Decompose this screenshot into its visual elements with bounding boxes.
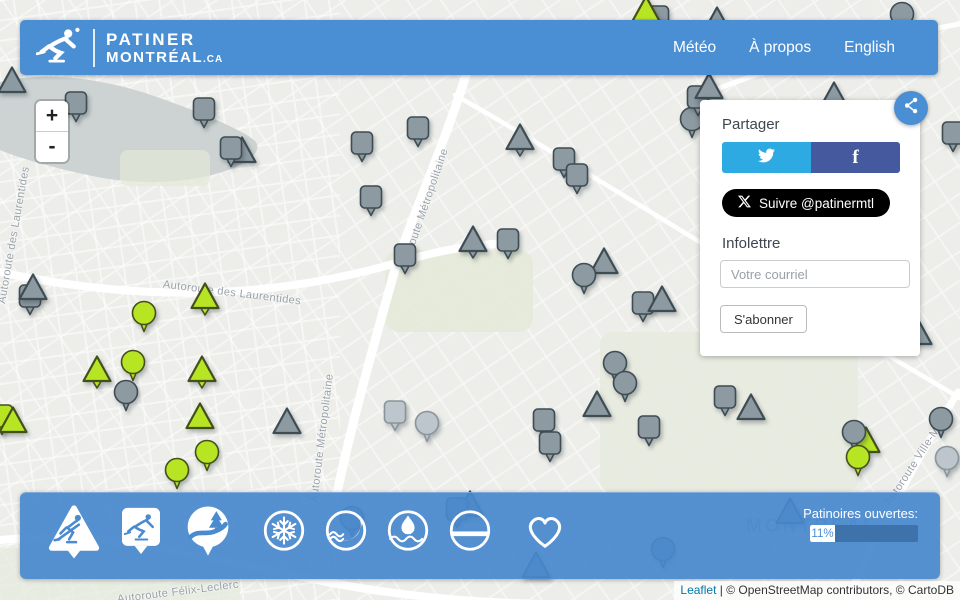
app: Autoroute MétropolitaineAutoroute Métrop… [0, 0, 960, 600]
cleared-condition-filter[interactable] [324, 508, 369, 558]
hockey-player-triangle-marker-icon [46, 503, 102, 561]
open-rinks-progress-value: 11% [810, 525, 835, 542]
logo-suffix: .CA [203, 54, 223, 65]
rink-marker-sq-gray[interactable] [555, 155, 599, 199]
speed-skater-square-marker-icon [118, 504, 165, 557]
speed-skater-icon [36, 26, 82, 70]
rink-marker-tri-gray[interactable] [575, 385, 619, 429]
rink-marker-sq-gray[interactable] [627, 407, 671, 451]
rink-marker-sq-gray[interactable] [486, 220, 530, 264]
follow-twitter-button[interactable]: Suivre @patinermtl [722, 189, 890, 217]
rink-marker-tri-green[interactable] [180, 350, 224, 394]
rink-marker-sq-gray[interactable] [209, 128, 253, 172]
logo-line2: MONTRÉAL.CA [106, 50, 223, 65]
tree-path-round-marker-icon [183, 504, 233, 560]
zoom-in-button[interactable]: + [36, 101, 68, 132]
rink-marker-cir-light[interactable] [925, 438, 960, 482]
main-nav: Météo À propos English [673, 39, 895, 57]
share-icon [902, 96, 921, 120]
share-panel-title: Partager [722, 116, 920, 133]
logo-divider [93, 29, 95, 67]
scraped-ice-icon [324, 508, 369, 553]
leaflet-link[interactable]: Leaflet [680, 583, 716, 597]
logo-line1: PATINER [106, 31, 223, 48]
rink-marker-cir-gray[interactable] [919, 399, 960, 443]
favorites-filter[interactable] [523, 510, 568, 556]
water-drop-icon [386, 508, 431, 553]
rink-marker-tri-gray[interactable] [11, 268, 55, 312]
open-rinks-label: Patinoires ouvertes: [803, 506, 918, 521]
logo[interactable]: PATINER MONTRÉAL.CA [36, 26, 223, 70]
share-panel: Partager f Suivre @patinermtl Infolettre… [700, 100, 920, 356]
facebook-f-icon: f [852, 147, 858, 169]
open-rinks-percent: 11% [811, 528, 833, 540]
logo-text: PATINER MONTRÉAL.CA [106, 31, 223, 65]
smooth-ice-icon [448, 508, 493, 553]
nav-a-propos[interactable]: À propos [749, 39, 811, 57]
resurfaced-condition-filter[interactable] [448, 508, 493, 558]
rink-marker-sq-gray[interactable] [528, 423, 572, 467]
nav-english[interactable]: English [844, 39, 895, 57]
rink-marker-sq-gray[interactable] [349, 177, 393, 221]
snowflake-icon [262, 508, 307, 553]
rink-marker-tri-green[interactable] [0, 401, 35, 445]
email-input[interactable] [720, 260, 910, 288]
attribution-text: © OpenStreetMap contributors, © CartoDB [726, 583, 954, 597]
open-rinks-progressbar: 11% [810, 525, 918, 542]
nav-meteo[interactable]: Météo [673, 39, 716, 57]
rink-marker-tri-green[interactable] [183, 277, 227, 321]
hockey-rink-filter[interactable] [46, 503, 102, 566]
subscribe-button[interactable]: S'abonner [720, 305, 807, 333]
rink-marker-cir-green[interactable] [122, 293, 166, 337]
rink-marker-sq-gray[interactable] [931, 113, 960, 157]
rink-marker-tri-gray[interactable] [729, 388, 773, 432]
rink-marker-sq-gray[interactable] [383, 235, 427, 279]
x-logo-icon [738, 195, 751, 211]
zoom-control: + - [36, 101, 68, 162]
rink-marker-cir-light[interactable] [405, 403, 449, 447]
rink-marker-sq-gray[interactable] [396, 108, 440, 152]
rink-marker-cir-gray[interactable] [562, 255, 606, 299]
skating-rink-filter[interactable] [118, 504, 165, 562]
header: PATINER MONTRÉAL.CA Météo À propos Engli… [20, 20, 938, 75]
rink-marker-tri-gray[interactable] [265, 402, 309, 446]
rink-marker-sq-gray[interactable] [340, 123, 384, 167]
twitter-share-button[interactable] [722, 142, 811, 173]
snowy-condition-filter[interactable] [262, 508, 307, 558]
share-toggle-button[interactable] [894, 91, 928, 125]
heart-icon [523, 510, 568, 551]
rink-marker-cir-green[interactable] [155, 450, 199, 494]
rink-marker-cir-gray[interactable] [104, 372, 148, 416]
map-attribution: Leaflet | © OpenStreetMap contributors, … [674, 581, 960, 600]
zoom-out-button[interactable]: - [36, 132, 68, 162]
rink-marker-tri-gray[interactable] [640, 280, 684, 324]
filter-bar: Patinoires ouvertes: 11% [20, 492, 940, 579]
follow-label: Suivre @patinermtl [759, 196, 874, 211]
social-buttons: f [722, 142, 900, 173]
landscaped-rink-filter[interactable] [183, 504, 233, 565]
attribution-separator: | [716, 583, 726, 597]
rink-marker-cir-green[interactable] [836, 437, 880, 481]
facebook-share-button[interactable]: f [811, 142, 900, 173]
rink-marker-sq-gray[interactable] [182, 89, 226, 133]
rink-marker-tri-gray[interactable] [498, 118, 542, 162]
watered-condition-filter[interactable] [386, 508, 431, 558]
twitter-bird-icon [758, 147, 775, 169]
newsletter-title: Infolettre [722, 235, 920, 252]
